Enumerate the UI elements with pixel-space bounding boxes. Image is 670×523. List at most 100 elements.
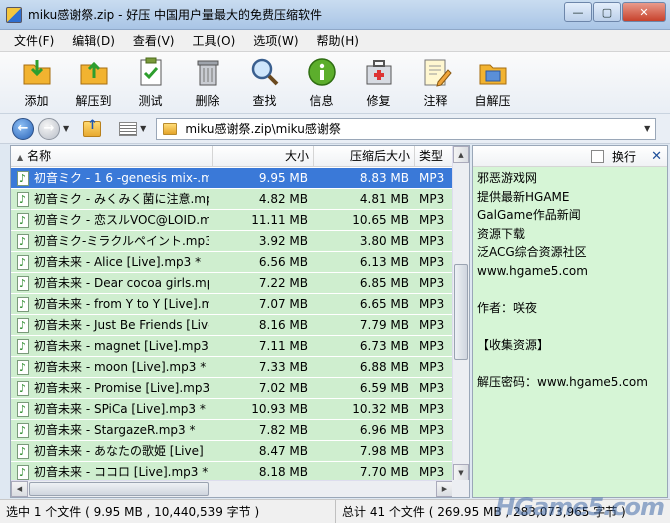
path-text: miku感谢祭.zip\miku感谢祭	[185, 122, 341, 136]
extract-button[interactable]: 解压到	[65, 52, 122, 112]
file-name-cell: 初音未来 - Promise [Live].mp3 *	[11, 378, 213, 398]
file-row[interactable]: 初音未来 - moon [Live].mp3 * 7.33 MB 6.88 MB MP…	[11, 357, 453, 378]
word-wrap-label: 换行	[612, 149, 637, 164]
file-row[interactable]: 初音未来 - Promise [Live].mp3 * 7.02 MB 6.59 M…	[11, 378, 453, 399]
file-type: MP3	[419, 402, 445, 416]
menu-help[interactable]: 帮助(H)	[308, 30, 368, 52]
file-row[interactable]: 初音未来 - Dear cocoa girls.mp3 7.22 MB 6.85 M…	[11, 273, 453, 294]
word-wrap-checkbox[interactable]	[591, 149, 604, 163]
file-compressed-size: 6.73 MB	[359, 339, 409, 353]
mp3-file-icon	[17, 421, 29, 440]
path-dropdown-icon[interactable]: ▼	[644, 124, 650, 133]
file-size: 4.82 MB	[258, 192, 308, 206]
comment-header: 换行 ✕	[473, 146, 667, 167]
file-type: MP3	[419, 444, 445, 458]
repair-icon	[366, 60, 391, 85]
toolbar: 添加 解压到 测试 删除 查找 信息 修复 注释 自解压	[0, 52, 670, 114]
horizontal-scroll-thumb[interactable]	[29, 482, 209, 496]
file-compressed-size: 4.81 MB	[359, 192, 409, 206]
file-name: 初音ミク - 1 6 -genesis mix-.mp3	[34, 171, 209, 185]
comment-button[interactable]: 注释	[407, 52, 464, 112]
file-name: 初音未来 - moon [Live].mp3 *	[34, 360, 207, 374]
file-type: MP3	[419, 423, 445, 437]
file-name-cell: 初音未来 - ココロ [Live].mp3 *	[11, 462, 213, 482]
file-row[interactable]: 初音未来 - magnet [Live].mp3 * 7.11 MB 6.73 MB…	[11, 336, 453, 357]
delete-button[interactable]: 删除	[179, 52, 236, 112]
test-button[interactable]: 测试	[122, 52, 179, 112]
close-button[interactable]: ✕	[622, 2, 666, 22]
file-size: 6.56 MB	[258, 255, 308, 269]
scroll-right-icon[interactable]: ▶	[436, 481, 453, 497]
file-row[interactable]: 初音未来 - SPiCa [Live].mp3 * 10.93 MB 10.32 M…	[11, 399, 453, 420]
repair-button[interactable]: 修复	[350, 52, 407, 112]
menu-edit[interactable]: 编辑(D)	[63, 30, 124, 52]
window-controls: — ▢ ✕	[563, 2, 666, 22]
file-size: 3.92 MB	[258, 234, 308, 248]
file-compressed-size: 7.70 MB	[359, 465, 409, 479]
view-dropdown-icon[interactable]: ▼	[140, 124, 146, 133]
minimize-button[interactable]: —	[564, 2, 592, 22]
app-icon	[6, 6, 22, 23]
file-row[interactable]: 初音未来 - Just Be Friends [Live] 8.16 MB 7.79…	[11, 315, 453, 336]
path-input[interactable]: miku感谢祭.zip\miku感谢祭 ▼	[156, 117, 657, 140]
file-size: 8.47 MB	[258, 444, 308, 458]
history-dropdown-icon[interactable]: ▼	[63, 124, 69, 133]
add-button[interactable]: 添加	[8, 52, 65, 112]
mp3-file-icon	[17, 463, 29, 482]
column-size[interactable]: 大小	[213, 146, 314, 167]
file-row[interactable]: 初音未来 - StargazeR.mp3 * 7.82 MB 6.96 MB MP3	[11, 420, 453, 441]
find-button[interactable]: 查找	[236, 52, 293, 112]
sfx-button[interactable]: 自解压	[464, 52, 521, 112]
menu-bar: 文件(F) 编辑(D) 查看(V) 工具(O) 选项(W) 帮助(H)	[0, 30, 670, 52]
mp3-file-icon	[17, 169, 29, 188]
menu-view[interactable]: 查看(V)	[124, 30, 184, 52]
forward-button[interactable]: →	[38, 117, 60, 140]
file-size: 7.33 MB	[258, 360, 308, 374]
file-size: 7.22 MB	[258, 276, 308, 290]
file-name-cell: 初音未来 - あなたの歌姫 [Live]	[11, 441, 213, 461]
column-type[interactable]: 类型	[415, 146, 453, 167]
file-row[interactable]: 初音ミク - みくみく菌に注意.mp3 4.82 MB 4.81 MB MP3	[11, 189, 453, 210]
file-row[interactable]: 初音ミク-ミラクルペイント.mp3 3.92 MB 3.80 MB MP3	[11, 231, 453, 252]
file-name-cell: 初音未来 - from Y to Y [Live].mp3	[11, 294, 213, 314]
file-row[interactable]: 初音ミク - 恋スルVOC@LOID.mp3 11.11 MB 10.65 MB MP…	[11, 210, 453, 231]
mp3-file-icon	[17, 253, 29, 272]
sfx-icon	[479, 64, 506, 85]
up-folder-icon[interactable]	[83, 118, 102, 137]
scroll-down-icon[interactable]: ▼	[453, 464, 469, 481]
file-name: 初音未来 - magnet [Live].mp3 *	[34, 339, 209, 353]
mp3-file-icon	[17, 232, 29, 251]
menu-options[interactable]: 选项(W)	[244, 30, 307, 52]
file-type: MP3	[419, 318, 445, 332]
vertical-scrollbar[interactable]: ▲ ▼	[452, 146, 469, 481]
file-compressed-size: 6.85 MB	[359, 276, 409, 290]
menu-tools[interactable]: 工具(O)	[183, 30, 244, 52]
file-size: 7.11 MB	[258, 339, 308, 353]
file-size: 11.11 MB	[251, 213, 308, 227]
info-icon	[307, 58, 336, 86]
file-type: MP3	[419, 297, 445, 311]
scroll-up-icon[interactable]: ▲	[453, 146, 469, 163]
back-button[interactable]: ←	[12, 117, 34, 140]
view-mode-icon[interactable]	[119, 121, 138, 136]
close-comment-icon[interactable]: ✕	[651, 149, 662, 164]
horizontal-scrollbar[interactable]: ◀ ▶	[11, 480, 453, 497]
file-row[interactable]: 初音未来 - from Y to Y [Live].mp3 7.07 MB 6.65…	[11, 294, 453, 315]
file-row[interactable]: 初音ミク - 1 6 -genesis mix-.mp3 9.95 MB 8.83 …	[11, 168, 453, 189]
file-rows: 初音ミク - 1 6 -genesis mix-.mp3 9.95 MB 8.83 …	[11, 168, 453, 483]
file-compressed-size: 10.65 MB	[352, 213, 409, 227]
column-name[interactable]: ▲ 名称	[11, 146, 213, 167]
file-list-header: ▲ 名称 大小 压缩后大小 类型	[11, 146, 453, 167]
maximize-button[interactable]: ▢	[593, 2, 621, 22]
mp3-file-icon	[17, 379, 29, 398]
scroll-corner	[452, 480, 469, 497]
column-compressed-size[interactable]: 压缩后大小	[314, 146, 415, 167]
info-button[interactable]: 信息	[293, 52, 350, 112]
vertical-scroll-thumb[interactable]	[454, 264, 468, 360]
scroll-left-icon[interactable]: ◀	[11, 481, 28, 497]
mp3-file-icon	[17, 295, 29, 314]
mp3-file-icon	[17, 274, 29, 293]
file-row[interactable]: 初音未来 - あなたの歌姫 [Live] 8.47 MB 7.98 MB MP3	[11, 441, 453, 462]
menu-file[interactable]: 文件(F)	[0, 30, 63, 52]
file-row[interactable]: 初音未来 - Alice [Live].mp3 * 6.56 MB 6.13 MB M…	[11, 252, 453, 273]
